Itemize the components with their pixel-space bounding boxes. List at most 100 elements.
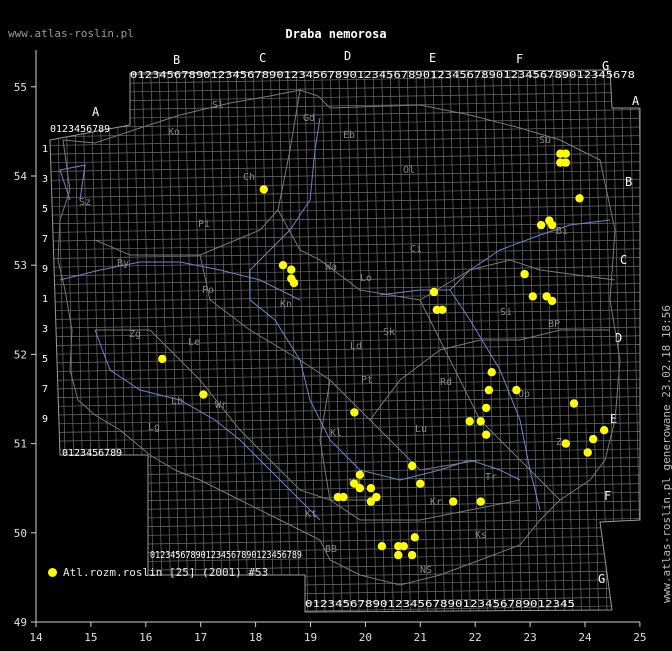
x-tick-label: 19 <box>304 631 317 644</box>
region-code: Ld <box>350 341 362 352</box>
grid-h-line <box>50 465 640 477</box>
occurrence-point <box>399 542 408 551</box>
grid-h-line <box>50 117 640 129</box>
occurrence-point <box>416 479 425 488</box>
grid-h-line <box>50 474 640 486</box>
y-tick-label: 55 <box>14 81 27 94</box>
grid-digit-left: 9 <box>42 414 48 425</box>
grid-digit-left: 3 <box>42 324 48 335</box>
region-code: Wa <box>325 262 337 273</box>
occurrence-point <box>355 484 365 493</box>
river-oder <box>94 329 321 521</box>
grid-h-line <box>50 431 640 442</box>
region-code: Ko <box>168 127 180 138</box>
row-letter: A <box>632 94 640 108</box>
occurrence-point <box>561 439 570 448</box>
region-code: Ol <box>403 165 415 176</box>
grid-digits-bottom-b: 012345678901234567890123456789 <box>150 550 302 561</box>
occurrence-point <box>600 426 609 435</box>
row-letter: F <box>604 489 611 503</box>
grid-h-line <box>50 422 640 434</box>
occurrence-point <box>487 368 496 377</box>
x-tick-label: 25 <box>633 631 646 644</box>
occurrence-point <box>259 185 268 194</box>
region-code: Sk <box>383 327 395 338</box>
region-code: Wr <box>215 400 227 411</box>
occurrence-point <box>512 385 521 395</box>
y-tick-label: 49 <box>14 616 27 629</box>
occurrence-point <box>476 497 485 506</box>
grid-h-line <box>50 257 640 268</box>
river-noteć <box>59 164 86 201</box>
row-letter: G <box>598 572 605 586</box>
region-code: Gd <box>303 113 315 124</box>
occurrence-point <box>355 470 365 479</box>
occurrence-point <box>476 417 485 426</box>
occurrence-point <box>547 220 557 230</box>
grid-digits-top-a: 0123456789 <box>50 124 110 135</box>
grid-digits-top: 0123456789012345678901234567890123456789… <box>130 70 635 81</box>
occurrence-point <box>366 484 376 493</box>
grid-h-line <box>50 100 640 112</box>
region-code: Kn <box>280 299 292 310</box>
grid-h-line <box>50 361 640 373</box>
x-tick-label: 14 <box>29 631 43 644</box>
region-code: Su <box>539 135 551 146</box>
occurrence-point <box>289 278 299 288</box>
grid-h-line <box>50 161 640 173</box>
occurrence-point <box>199 390 208 399</box>
x-tick-label: 23 <box>523 631 536 644</box>
grid-h-line <box>50 457 640 468</box>
column-letter: D <box>344 49 351 63</box>
grid-h-line <box>50 196 640 207</box>
region-code: Le <box>188 337 200 348</box>
x-tick-label: 17 <box>194 631 207 644</box>
y-tick-label: 50 <box>14 527 27 540</box>
grid-digit-left: 1 <box>42 144 48 155</box>
grid-digit-left: 3 <box>42 174 48 185</box>
region-code: Si <box>500 307 512 318</box>
occurrence-point <box>372 492 381 502</box>
column-letter: B <box>173 53 180 67</box>
grid-digit-left: 7 <box>42 234 48 245</box>
x-tick-label: 18 <box>249 631 262 644</box>
column-letter: C <box>259 51 266 65</box>
occurrence-point <box>278 261 288 270</box>
occurrence-point <box>561 149 570 158</box>
x-tick-label: 16 <box>139 631 152 644</box>
occurrence-point <box>569 399 579 408</box>
y-tick-label: 51 <box>14 438 27 451</box>
region-code: Lg <box>148 422 160 433</box>
column-letter: A <box>92 105 100 119</box>
grid-h-line <box>40 614 645 624</box>
occurrence-point <box>528 292 537 301</box>
occurrence-point <box>350 408 359 417</box>
region-code: Kl <box>330 428 342 439</box>
grid-h-line <box>50 413 640 425</box>
distribution-map: AB C D E F GABCDEFG01234567890123456789012345… <box>14 49 647 644</box>
occurrence-point <box>583 448 592 457</box>
river-narew <box>379 219 611 296</box>
x-tick-label: 21 <box>414 631 427 644</box>
x-tick-label: 15 <box>84 631 97 644</box>
region-code: Ci <box>410 244 422 255</box>
occurrence-point <box>410 533 419 542</box>
occurrence-point <box>589 434 598 444</box>
occurrence-point <box>377 542 387 551</box>
grid-digits-bottom-a: 0123456789 <box>62 448 122 459</box>
occurrence-point <box>394 550 403 560</box>
occurrence-point <box>158 354 167 364</box>
grid-digit-left: 7 <box>42 384 48 395</box>
occurrence-point <box>575 194 584 203</box>
region-code: Pi <box>198 219 210 230</box>
grid-h-line <box>50 483 640 494</box>
region-code: Tr <box>485 472 497 483</box>
y-tick-label: 54 <box>14 170 28 183</box>
grid-h-line <box>50 170 640 181</box>
occurrence-point <box>561 158 570 167</box>
legend: Atl.rozm.roslin [25] (2001) #53 <box>48 566 268 579</box>
y-tick-label: 53 <box>14 259 27 272</box>
grid-digits-bottom-c: 012345678901234567890123456789012345 <box>305 599 575 610</box>
region-code: Lu <box>415 424 427 435</box>
region-code: BP <box>548 319 560 330</box>
